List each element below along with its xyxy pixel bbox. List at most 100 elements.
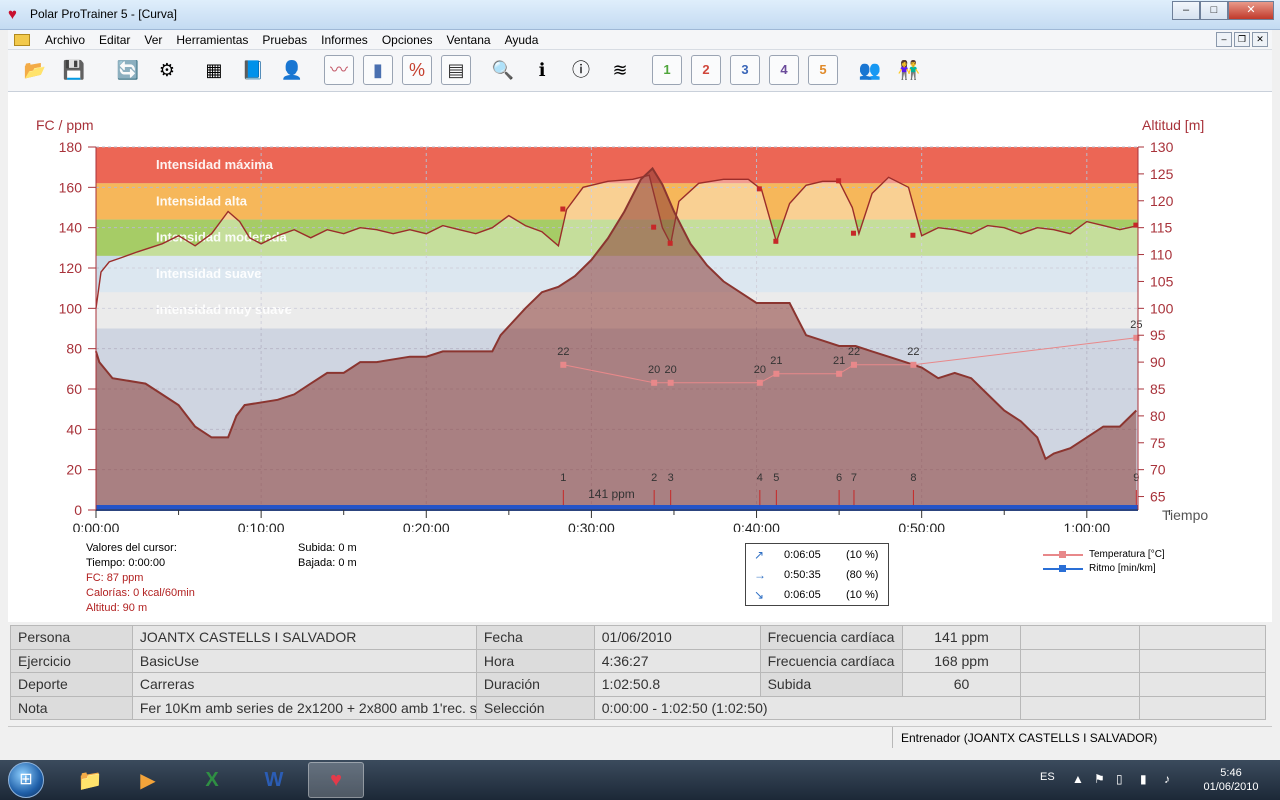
y-tick-label: 40 <box>66 421 82 437</box>
zone-4-icon[interactable]: 4 <box>769 55 799 85</box>
title-bar[interactable]: ♥ Polar ProTrainer 5 - [Curva] – □ ✕ <box>0 0 1280 30</box>
volume-icon[interactable]: ♪ <box>1164 772 1170 786</box>
open-folder-icon[interactable]: 📂 <box>20 55 50 85</box>
zone-3-icon[interactable]: 3 <box>730 55 760 85</box>
menu-ayuda[interactable]: Ayuda <box>498 30 546 50</box>
zone-1-icon[interactable]: 1 <box>652 55 682 85</box>
explorer-icon[interactable]: 📁 <box>62 762 118 798</box>
info-label: Deporte <box>10 672 133 697</box>
network-status-icon[interactable]: ▮ <box>1140 772 1147 786</box>
child-close-button[interactable]: ✕ <box>1252 32 1268 47</box>
y2-tick-label: 80 <box>1150 408 1166 424</box>
info-value[interactable] <box>1139 648 1266 673</box>
temperature-label: 20 <box>665 364 677 376</box>
word-icon[interactable]: W <box>246 762 302 798</box>
start-button[interactable]: ⊞ <box>8 762 44 798</box>
info-value[interactable] <box>1139 695 1266 720</box>
y2-tick-label: 70 <box>1150 462 1166 478</box>
lap-hr-marker <box>667 240 673 246</box>
zoom-icon[interactable]: 🔍 <box>488 55 518 85</box>
info-value[interactable] <box>1020 695 1141 720</box>
maximize-button[interactable]: □ <box>1200 1 1228 20</box>
save-icon[interactable]: 💾 <box>59 55 89 85</box>
lap-hr-marker <box>560 206 566 212</box>
menu-informes[interactable]: Informes <box>314 30 375 50</box>
menu-ventana[interactable]: Ventana <box>440 30 498 50</box>
info-value[interactable]: 168 ppm <box>901 648 1022 673</box>
info-value[interactable]: BasicUse <box>131 648 477 673</box>
user-search-icon[interactable]: 👤 <box>277 55 307 85</box>
menu-archivo[interactable]: Archivo <box>38 30 92 50</box>
media-player-icon[interactable]: ▶ <box>120 762 176 798</box>
info-value[interactable] <box>1139 672 1266 697</box>
language-indicator[interactable]: ES <box>1040 771 1055 783</box>
calendar-icon[interactable]: ▦ <box>199 55 229 85</box>
settings-sync-icon[interactable]: ⚙ <box>152 55 182 85</box>
info-value[interactable] <box>1139 625 1266 650</box>
info-value[interactable]: 4:36:27 <box>593 648 761 673</box>
zone-time-percent: (10 %) <box>846 549 879 561</box>
menu-pruebas[interactable]: Pruebas <box>255 30 314 50</box>
polar-heart-icon[interactable]: ♥ <box>8 7 24 23</box>
info-label: Fecha <box>475 625 595 650</box>
tray-expand-icon[interactable]: ▲ <box>1072 772 1084 786</box>
zone-label: Intensidad máxima <box>156 157 274 172</box>
clock-date: 01/06/2010 <box>1203 781 1259 793</box>
hr-altitude-chart[interactable]: Intensidad máximaIntensidad altaIntensid… <box>8 92 1272 536</box>
marker-info-icon[interactable]: ⓘ <box>566 55 596 85</box>
sync-icon[interactable]: 🔄 <box>113 55 143 85</box>
menu-ver[interactable]: Ver <box>137 30 169 50</box>
info-value[interactable]: 01/06/2010 <box>593 625 761 650</box>
y2-tick-label: 105 <box>1150 273 1174 289</box>
document-menu-icon[interactable] <box>14 33 30 46</box>
info-note-value[interactable]: Fer 10Km amb series de 2x1200 + 2x800 am… <box>131 695 477 720</box>
info-chart-icon[interactable]: ℹ <box>527 55 557 85</box>
info-value[interactable]: 60 <box>901 672 1022 697</box>
table-icon[interactable]: ▤ <box>441 55 471 85</box>
info-value[interactable]: 1:02:50.8 <box>593 672 761 697</box>
power-icon[interactable]: ▯ <box>1116 772 1123 786</box>
temperature-label: 22 <box>557 346 569 358</box>
menu-herramientas[interactable]: Herramientas <box>169 30 255 50</box>
excel-icon[interactable]: X <box>184 762 240 798</box>
info-selection-value[interactable]: 0:00:00 - 1:02:50 (1:02:50) <box>593 695 1022 720</box>
legend-temperature[interactable]: Temperatura [°C] <box>1043 548 1165 562</box>
menu-opciones[interactable]: Opciones <box>375 30 440 50</box>
lap-hr-marker <box>836 178 842 184</box>
child-restore-button[interactable]: ❐ <box>1234 32 1250 47</box>
y2-tick-label: 100 <box>1150 300 1174 316</box>
menu-editar[interactable]: Editar <box>92 30 137 50</box>
info-value[interactable]: Carreras <box>131 672 477 697</box>
minimize-button[interactable]: – <box>1172 1 1200 20</box>
info-value[interactable] <box>1020 672 1141 697</box>
child-minimize-button[interactable]: – <box>1216 32 1232 47</box>
info-label: Ejercicio <box>10 648 133 673</box>
clock[interactable]: 5:46 01/06/2010 <box>1196 766 1266 794</box>
info-row-ejercicio: Ejercicio BasicUse Hora 4:36:27 Frecuenc… <box>10 648 1266 673</box>
info-value[interactable] <box>1020 648 1141 673</box>
chart-panel: Intensidad máxima Intensidad alta Intensid… <box>8 92 1272 622</box>
lap-label: 1 <box>560 472 566 484</box>
y-tick-label: 100 <box>59 300 83 316</box>
info-value[interactable]: 141 ppm <box>901 625 1022 650</box>
polar-heart-icon[interactable]: ♥ <box>308 762 364 798</box>
close-button[interactable]: ✕ <box>1228 1 1274 20</box>
legend-pace[interactable]: Ritmo [min/km] <box>1043 562 1165 576</box>
percentage-icon[interactable]: % <box>402 55 432 85</box>
area-chart-icon[interactable]: 〰 <box>324 55 354 85</box>
network-icon[interactable]: ⚑ <box>1094 772 1105 786</box>
x-tick-label: 0:40:00 <box>733 520 780 532</box>
zone-2-icon[interactable]: 2 <box>691 55 721 85</box>
bar-chart-icon[interactable]: ▮ <box>363 55 393 85</box>
info-value[interactable] <box>1020 625 1141 650</box>
x-tick-label: 0:30:00 <box>568 520 615 532</box>
cursor-altitude: Altitud: 90 m <box>86 602 148 614</box>
curves-dropdown-icon[interactable]: ≋ <box>605 55 635 85</box>
diary-icon[interactable]: 📘 <box>238 55 268 85</box>
info-value[interactable]: JOANTX CASTELLS I SALVADOR <box>131 625 477 650</box>
temperature-label: 25 <box>1130 319 1142 331</box>
group-icon[interactable]: 👥 <box>855 55 885 85</box>
users-dropdown-icon[interactable]: 👫 <box>894 55 924 85</box>
zone-5-icon[interactable]: 5 <box>808 55 838 85</box>
y-tick-label: 60 <box>66 381 82 397</box>
